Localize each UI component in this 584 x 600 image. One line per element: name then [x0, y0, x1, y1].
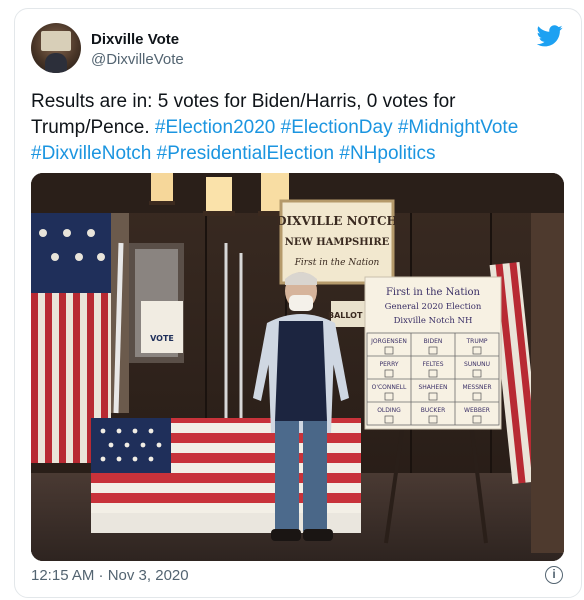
board-candidate-name: O'CONNELL — [372, 384, 407, 391]
board-candidate-name: FELTES — [422, 361, 443, 368]
account-handle[interactable]: @DixvilleVote — [91, 51, 184, 68]
board-candidate-name: OLDING — [377, 407, 401, 414]
board-candidate-name: JORGENSEN — [370, 338, 407, 345]
tweet-timestamp[interactable]: 12:15 AM · Nov 3, 2020 — [31, 567, 189, 584]
board-candidate-name: TRUMP — [465, 338, 487, 345]
tweet-photo[interactable]: VOTE DIXVILLE NOTCH NEW HAMPSHIRE First … — [31, 173, 564, 561]
photo-scene: VOTE DIXVILLE NOTCH NEW HAMPSHIRE First … — [31, 173, 564, 561]
board-candidate-name: BIDEN — [424, 338, 443, 345]
person-shape — [45, 53, 67, 73]
hashtag-electionday[interactable]: #ElectionDay — [281, 117, 393, 138]
board-candidate-name: MESSNER — [462, 384, 491, 391]
ballot-box-shape — [41, 31, 71, 51]
wall-sign: DIXVILLE NOTCH NEW HAMPSHIRE First in th… — [276, 199, 398, 285]
tweet-card[interactable]: Dixville Vote @DixvilleVote Results are … — [14, 8, 582, 598]
twitter-bird-icon[interactable] — [537, 25, 563, 47]
lantern-center — [203, 177, 235, 216]
wall-sign-line1: DIXVILLE NOTCH — [276, 214, 398, 228]
board-title-line1: First in the Nation — [386, 287, 481, 298]
hashtag-dixvillenotch[interactable]: #DixvilleNotch — [31, 143, 151, 164]
board-candidate-name: SHAHEEN — [418, 384, 447, 391]
info-icon[interactable]: i — [545, 566, 563, 584]
hashtag-nhpolitics[interactable]: #NHpolitics — [339, 143, 435, 164]
wall-sign-line2: NEW HAMPSHIRE — [285, 237, 390, 248]
board-candidate-name: WEBBER — [464, 407, 490, 414]
hashtag-election2020[interactable]: #Election2020 — [155, 117, 275, 138]
board-candidate-name: SUNUNU — [464, 361, 490, 368]
hashtag-midnightvote[interactable]: #MidnightVote — [398, 117, 518, 138]
tweet-text: Results are in: 5 votes for Biden/Harris… — [31, 89, 561, 167]
board-title-line2: General 2020 Election — [385, 302, 482, 312]
account-name[interactable]: Dixville Vote — [91, 31, 179, 48]
lantern-left — [149, 173, 175, 205]
board-candidate-name: BUCKER — [421, 407, 446, 414]
poster-vote-text: VOTE — [150, 334, 174, 343]
hashtag-presidentialelection[interactable]: #PresidentialElection — [157, 143, 334, 164]
board-title-line3: Dixville Notch NH — [394, 316, 473, 326]
board-candidate-name: PERRY — [379, 361, 398, 368]
avatar[interactable] — [31, 23, 81, 73]
wall-sign-line3: First in the Nation — [294, 258, 380, 268]
